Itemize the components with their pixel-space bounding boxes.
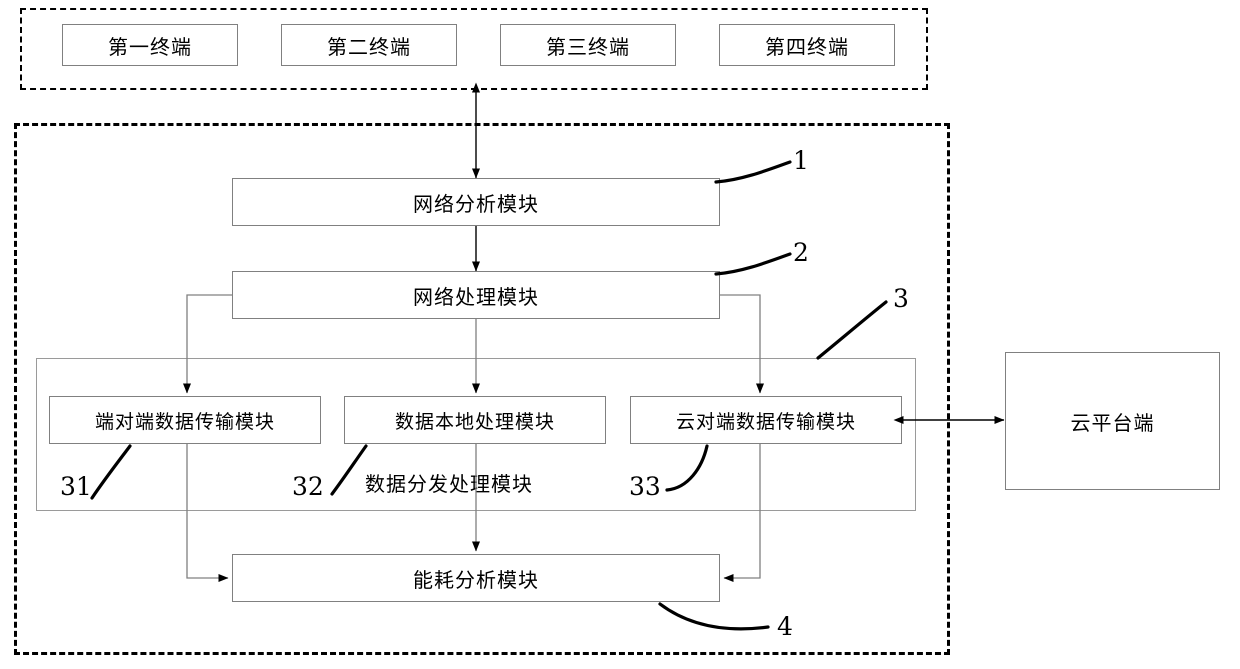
terminal-box-1[interactable]: 第一终端 bbox=[62, 24, 238, 66]
diagram-canvas: 第一终端 第二终端 第三终端 第四终端 网络分析模块 网络处理模块 数据分发处理… bbox=[0, 0, 1240, 669]
module-energy-analysis[interactable]: 能耗分析模块 bbox=[232, 554, 720, 602]
module-energy-analysis-label: 能耗分析模块 bbox=[413, 567, 539, 592]
module-network-processing[interactable]: 网络处理模块 bbox=[232, 271, 720, 319]
ref-label-2: 2 bbox=[793, 238, 809, 267]
terminal-box-3[interactable]: 第三终端 bbox=[500, 24, 676, 66]
module-network-analysis-label: 网络分析模块 bbox=[413, 191, 539, 216]
ref-label-3: 3 bbox=[893, 284, 909, 313]
terminal-label-4: 第四终端 bbox=[765, 34, 849, 59]
terminal-box-4[interactable]: 第四终端 bbox=[719, 24, 895, 66]
module-end-to-end-transfer-label: 端对端数据传输模块 bbox=[94, 410, 275, 433]
terminal-label-2: 第二终端 bbox=[327, 34, 411, 59]
ref-label-1: 1 bbox=[793, 146, 809, 175]
ref-label-33: 33 bbox=[629, 472, 661, 501]
terminal-box-2[interactable]: 第二终端 bbox=[281, 24, 457, 66]
terminal-label-1: 第一终端 bbox=[108, 34, 192, 59]
terminal-label-3: 第三终端 bbox=[546, 34, 630, 59]
module-network-analysis[interactable]: 网络分析模块 bbox=[232, 178, 720, 226]
module-network-processing-label: 网络处理模块 bbox=[413, 284, 539, 309]
module-local-data-processing[interactable]: 数据本地处理模块 bbox=[344, 396, 606, 444]
ref-label-32: 32 bbox=[292, 472, 324, 501]
module-cloud-to-end-transfer[interactable]: 云对端数据传输模块 bbox=[630, 396, 902, 444]
cloud-platform-box[interactable]: 云平台端 bbox=[1005, 352, 1220, 490]
module-data-distribution-label: 数据分发处理模块 bbox=[365, 472, 533, 496]
ref-label-4: 4 bbox=[777, 612, 793, 641]
module-end-to-end-transfer[interactable]: 端对端数据传输模块 bbox=[49, 396, 321, 444]
cloud-platform-label: 云平台端 bbox=[1070, 410, 1155, 435]
module-local-data-processing-label: 数据本地处理模块 bbox=[394, 410, 555, 433]
module-cloud-to-end-transfer-label: 云对端数据传输模块 bbox=[675, 410, 856, 433]
ref-label-31: 31 bbox=[60, 472, 92, 501]
